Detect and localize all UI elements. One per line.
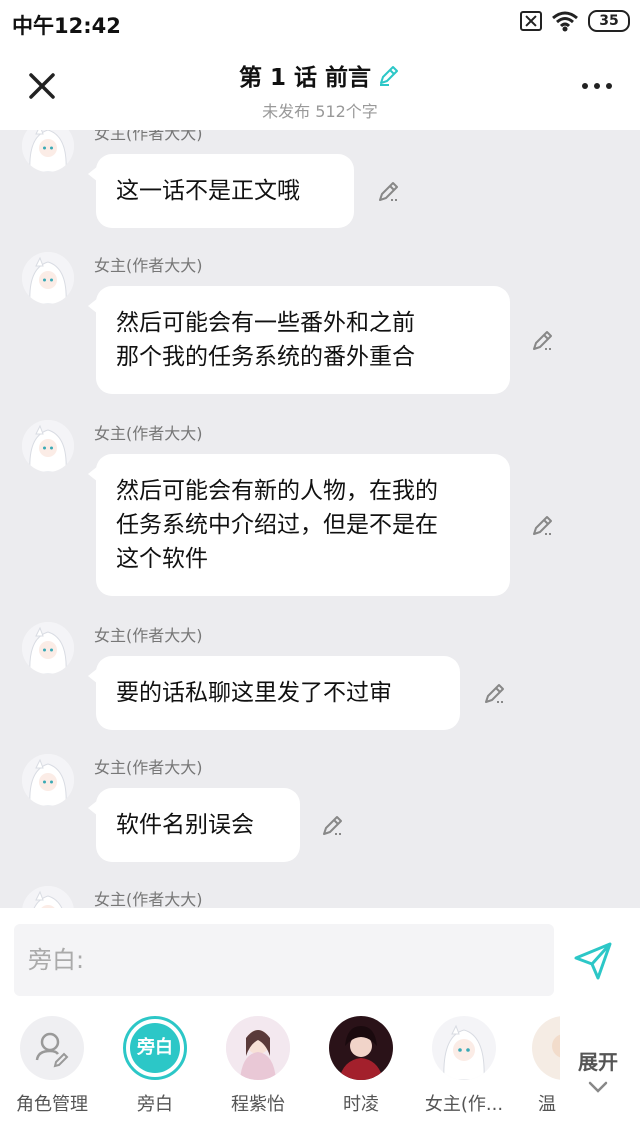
sender-name: 女主(作者大大): [94, 890, 203, 908]
sender-name: 女主(作者大大): [94, 256, 203, 275]
character-avatar: [329, 1016, 393, 1080]
more-dot-icon: [594, 83, 600, 89]
header: 第 1 话 前言 未发布 512个字: [0, 46, 640, 130]
message-bubble[interactable]: 要的话私聊这里发了不过审: [88, 656, 460, 730]
role-selector: 角色管理 旁白 旁白 程紫怡 时凌 女主(作... 温 展开: [0, 1016, 640, 1136]
role-manage-button[interactable]: 角色管理: [2, 1016, 102, 1116]
more-options-button[interactable]: [582, 74, 614, 98]
message-line: 这个软件: [116, 546, 208, 572]
role-label: 程紫怡: [231, 1094, 285, 1115]
character-avatar: [532, 1016, 560, 1080]
role-character[interactable]: 温: [500, 1016, 560, 1116]
status-bar: 中午12:42 35: [0, 0, 640, 46]
narrator-badge: 旁白: [130, 1023, 180, 1073]
role-label: 时凌: [343, 1094, 379, 1115]
more-dot-icon: [582, 83, 588, 89]
message-line: 然后可能会有一些番外和之前: [116, 310, 415, 336]
page-title[interactable]: 第 1 话 前言: [239, 58, 401, 92]
message-line: 软件名别误会: [116, 812, 254, 838]
role-avatar: [20, 1016, 84, 1080]
sender-name: 女主(作者大大): [94, 130, 203, 143]
chapter-status: 未发布 512个字: [262, 102, 378, 121]
message-line: 要的话私聊这里发了不过审: [116, 680, 392, 706]
message-line: 这一话不是正文哦: [116, 178, 300, 204]
wifi-icon: [552, 11, 578, 32]
avatar-art: [532, 1016, 560, 1080]
sender-avatar[interactable]: [22, 420, 74, 472]
avatar-art: [226, 1016, 290, 1080]
sender-name: 女主(作者大大): [94, 758, 203, 777]
role-label: 角色管理: [16, 1094, 88, 1115]
role-character[interactable]: 女主(作...: [414, 1016, 514, 1116]
composer: 角色管理 旁白 旁白 程紫怡: [0, 908, 640, 1138]
role-label: 女主(作...: [424, 1094, 504, 1115]
role-label: 旁白: [137, 1094, 173, 1115]
more-dot-icon: [606, 83, 612, 89]
message-line: 那个我的任务系统的番外重合: [116, 344, 415, 370]
pencil-icon[interactable]: [377, 63, 401, 87]
role-character[interactable]: 时凌: [311, 1016, 411, 1116]
avatar-art: [329, 1016, 393, 1080]
sender-avatar[interactable]: [22, 886, 74, 908]
message-bubble[interactable]: 然后可能会有新的人物，在我的 任务系统中介绍过，但是不是在 这个软件: [88, 454, 510, 596]
sender-avatar[interactable]: [22, 252, 74, 304]
role-avatar: 旁白: [123, 1016, 187, 1080]
message-line: 任务系统中介绍过，但是不是在: [116, 512, 438, 538]
edit-message-icon[interactable]: [530, 327, 556, 353]
sender-avatar[interactable]: [22, 754, 74, 806]
edit-message-icon[interactable]: [320, 812, 346, 838]
character-avatar: [432, 1016, 496, 1080]
status-time: 中午12:42: [12, 14, 121, 38]
message-bubble[interactable]: 然后可能会有一些番外和之前 那个我的任务系统的番外重合: [88, 286, 510, 394]
sender-name: 女主(作者大大): [94, 626, 203, 645]
expand-label: 展开: [578, 1050, 618, 1074]
chat-area[interactable]: 女主(作者大大) 这一话不是正文哦 女主(作者大大) 然后可能会有一些番外和之前 那个我…: [0, 130, 640, 908]
battery-indicator: 35: [588, 10, 630, 32]
message-bubble[interactable]: 这一话不是正文哦: [88, 154, 354, 228]
sender-avatar[interactable]: [22, 130, 74, 172]
sender-avatar[interactable]: [22, 622, 74, 674]
send-icon[interactable]: [572, 940, 614, 982]
character-avatar: [226, 1016, 290, 1080]
edit-message-icon[interactable]: [376, 178, 402, 204]
edit-message-icon[interactable]: [530, 512, 556, 538]
sender-name: 女主(作者大大): [94, 424, 203, 443]
status-icons: 35: [520, 10, 630, 32]
role-label: 温: [538, 1094, 556, 1115]
avatar-art: [432, 1016, 496, 1080]
role-narrator[interactable]: 旁白 旁白: [105, 1016, 205, 1116]
no-sim-icon: [520, 11, 542, 31]
chapter-title: 第 1 话 前言: [238, 65, 372, 91]
chevron-down-icon: [588, 1081, 608, 1093]
narration-input[interactable]: [14, 924, 554, 996]
role-character[interactable]: 程紫怡: [208, 1016, 308, 1116]
edit-message-icon[interactable]: [482, 680, 508, 706]
message-bubble[interactable]: 软件名别误会: [88, 788, 300, 862]
message-line: 然后可能会有新的人物，在我的: [116, 478, 438, 504]
expand-button[interactable]: 展开: [566, 1046, 630, 1099]
person-edit-icon: [35, 1032, 69, 1068]
